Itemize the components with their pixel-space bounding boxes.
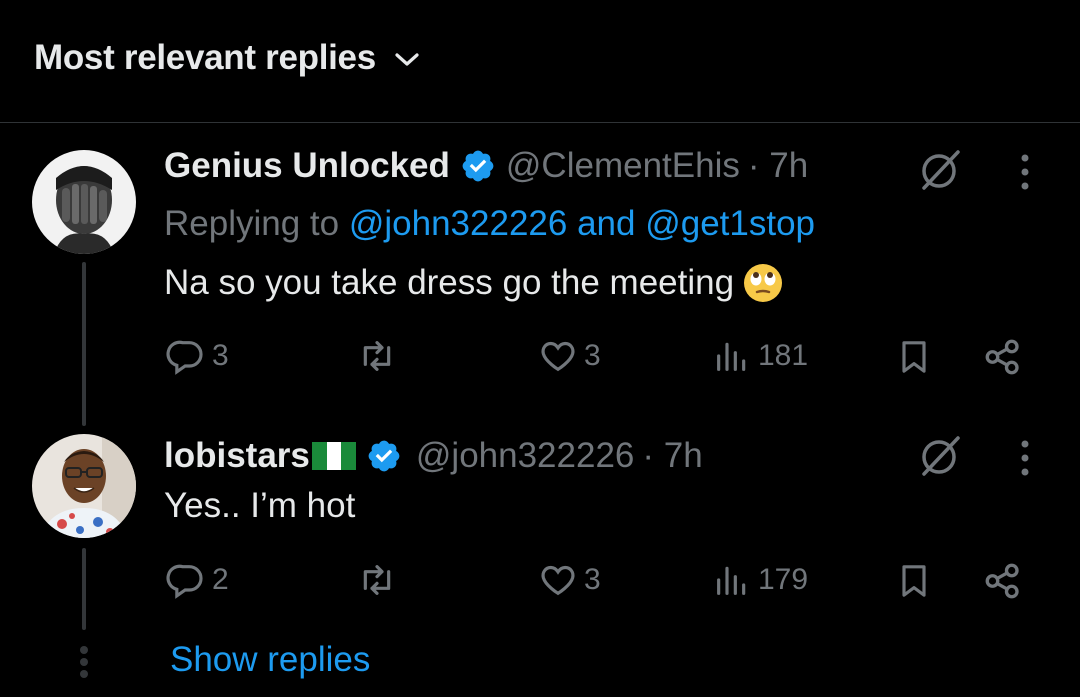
avatar-image — [32, 150, 136, 254]
verified-badge-icon — [366, 438, 402, 474]
reply-author-row: Genius Unlocked @ClementEhis · 7h — [164, 146, 808, 186]
more-options-icon[interactable] — [1018, 438, 1032, 478]
show-replies-link[interactable]: Show replies — [170, 640, 370, 680]
handle[interactable]: @ClementEhis — [506, 146, 740, 186]
grok-icon[interactable] — [918, 434, 962, 478]
view-count: 179 — [758, 563, 809, 596]
reply-icon — [166, 340, 203, 375]
avatar[interactable] — [32, 150, 136, 254]
share-icon[interactable] — [982, 560, 1024, 602]
tweet-text-content: Na so you take dress go the meeting — [164, 263, 735, 302]
retweet-icon — [363, 341, 391, 371]
sort-label: Most relevant replies — [34, 38, 376, 77]
tweet-text: Na so you take dress go the meeting — [164, 262, 784, 304]
heart-icon — [541, 341, 575, 372]
bookmark-icon[interactable] — [894, 560, 934, 602]
like-count: 3 — [584, 339, 601, 372]
thread-line — [82, 262, 86, 426]
mention-link[interactable]: @john322226 — [349, 204, 568, 243]
sort-dropdown[interactable]: Most relevant replies — [34, 38, 420, 78]
view-count: 181 — [758, 339, 809, 372]
timestamp[interactable]: · 7h — [642, 436, 702, 476]
display-name[interactable]: Genius Unlocked — [164, 146, 450, 186]
views-icon — [717, 342, 746, 371]
replying-to: Replying to @john322226 and @get1stop — [164, 204, 815, 244]
nigeria-flag-icon — [311, 442, 356, 470]
like-button[interactable]: 3 — [538, 336, 601, 376]
reply-button[interactable]: 3 — [166, 336, 229, 376]
heart-icon — [541, 565, 575, 596]
share-icon[interactable] — [982, 336, 1024, 378]
reply-count: 3 — [212, 339, 229, 372]
mention-link[interactable]: @get1stop — [645, 204, 815, 243]
retweet-button[interactable] — [356, 336, 398, 376]
reply-icon — [166, 564, 203, 599]
grok-icon[interactable] — [918, 148, 962, 192]
more-options-icon[interactable] — [1018, 152, 1032, 192]
views-icon — [717, 566, 746, 595]
reply-button[interactable]: 2 — [166, 560, 229, 600]
views-button[interactable]: 181 — [712, 336, 808, 376]
chevron-down-icon — [395, 53, 419, 66]
avatar[interactable] — [32, 434, 136, 538]
reply-count: 2 — [212, 563, 229, 596]
display-name[interactable]: lobistars — [164, 436, 310, 476]
like-count: 3 — [584, 563, 601, 596]
timestamp[interactable]: · 7h — [748, 146, 808, 186]
retweet-button[interactable] — [356, 560, 398, 600]
tweet-text-content: Yes.. I’m hot — [164, 486, 356, 525]
like-button[interactable]: 3 — [538, 560, 601, 600]
handle[interactable]: @john322226 — [416, 436, 635, 476]
face-with-rolling-eyes-icon — [744, 264, 783, 302]
bookmark-icon[interactable] — [894, 336, 934, 378]
views-button[interactable]: 179 — [712, 560, 808, 600]
replying-and: and — [577, 204, 636, 243]
reply-author-row: lobistars @john322226 · 7h — [164, 436, 703, 476]
replying-prefix: Replying to — [164, 204, 340, 243]
thread-line — [82, 548, 86, 630]
tweet-text: Yes.. I’m hot — [164, 486, 355, 526]
thread-continuation-dots — [80, 646, 90, 682]
retweet-icon — [363, 565, 391, 595]
avatar-image — [32, 434, 136, 538]
verified-badge-icon — [460, 148, 496, 184]
replies-sort-header: Most relevant replies — [0, 0, 1080, 123]
